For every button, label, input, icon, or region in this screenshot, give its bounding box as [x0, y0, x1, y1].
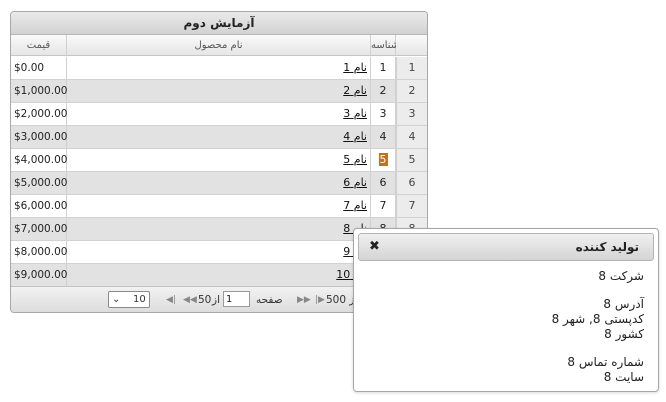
price-cell: $1,000.00 [11, 80, 67, 102]
price-cell: $0.00 [11, 57, 67, 79]
product-name-link[interactable]: نام 1 [343, 61, 367, 74]
table-row[interactable]: $2,000.00 نام 3 33 [11, 103, 427, 126]
row-number: 1 [396, 57, 427, 79]
table-row[interactable]: $4,000.00 نام 5 55 [11, 149, 427, 172]
company-name: شرکت 8 [598, 269, 644, 283]
page-label: صفحه [256, 294, 283, 306]
manufacturer-popup: ✖ تولید کننده شرکت 8 آدرس 8 کدپستی 8, شه… [353, 228, 659, 392]
product-name-link[interactable]: نام 5 [343, 153, 367, 166]
table-row[interactable]: $0.00 نام 1 11 [11, 57, 427, 80]
website: سایت 8 [603, 370, 644, 384]
name-cell: نام 4 [67, 126, 371, 148]
country: کشور 8 [604, 327, 644, 341]
name-cell: نام 10 [67, 264, 371, 286]
product-name-link[interactable]: نام 3 [343, 107, 367, 120]
name-cell: نام 9 [67, 241, 371, 263]
product-name-link[interactable]: نام 6 [343, 176, 367, 189]
table-row[interactable]: $1,000.00 نام 2 22 [11, 80, 427, 103]
price-cell: $6,000.00 [11, 195, 67, 217]
product-name-link[interactable]: نام 4 [343, 130, 367, 143]
price-cell: $5,000.00 [11, 172, 67, 194]
product-name-link[interactable]: نام 7 [343, 199, 367, 212]
price-cell: $9,000.00 [11, 264, 67, 286]
id-cell: 3 [371, 103, 396, 125]
address-label: آدرس 8 [603, 297, 644, 311]
total-pages: 50 [198, 294, 212, 306]
id-cell: 4 [371, 126, 396, 148]
postal-city: کدپستی 8, شهر 8 [551, 312, 644, 326]
prev-page-icon[interactable]: ▶▶ [297, 287, 311, 312]
id-value: 7 [379, 199, 387, 212]
id-value: 1 [379, 61, 387, 74]
table-row[interactable]: $5,000.00 نام 6 66 [11, 172, 427, 195]
name-cell: نام 2 [67, 80, 371, 102]
id-value: 2 [379, 84, 387, 97]
popup-title: تولید کننده [575, 240, 639, 254]
table-row[interactable]: $3,000.00 نام 4 44 [11, 126, 427, 149]
row-number: 5 [396, 149, 427, 171]
page-size-value: 10 [133, 294, 146, 305]
id-value: 6 [379, 176, 387, 189]
price-cell: $3,000.00 [11, 126, 67, 148]
row-number: 3 [396, 103, 427, 125]
id-cell: 2 [371, 80, 396, 102]
id-cell: 6 [371, 172, 396, 194]
close-icon[interactable]: ✖ [369, 234, 380, 260]
table-row[interactable]: $6,000.00 نام 7 77 [11, 195, 427, 218]
column-header-id[interactable]: شناسه [371, 35, 399, 56]
price-cell: $7,000.00 [11, 218, 67, 240]
id-cell: 1 [371, 57, 396, 79]
next-page-icon[interactable]: ◀◀ [183, 287, 197, 312]
name-cell: نام 7 [67, 195, 371, 217]
column-header-rownum [396, 35, 427, 56]
product-name-link[interactable]: نام 2 [343, 84, 367, 97]
column-header-name[interactable]: نام محصول [67, 35, 371, 56]
page-number-input[interactable]: 1 [223, 291, 250, 307]
price-cell: $8,000.00 [11, 241, 67, 263]
id-value: 3 [379, 107, 387, 120]
id-value: 5 [378, 153, 388, 166]
id-cell: 7 [371, 195, 396, 217]
name-cell: نام 1 [67, 57, 371, 79]
id-cell: 5 [371, 149, 396, 171]
id-value: 4 [379, 130, 387, 143]
row-number: 2 [396, 80, 427, 102]
row-number: 6 [396, 172, 427, 194]
name-cell: نام 5 [67, 149, 371, 171]
row-number: 7 [396, 195, 427, 217]
grid-title: آزمایش دوم [11, 12, 427, 35]
name-cell: نام 8 [67, 218, 371, 240]
name-cell: نام 6 [67, 172, 371, 194]
phone: شماره تماس 8 [567, 355, 644, 369]
price-cell: $2,000.00 [11, 103, 67, 125]
price-cell: $4,000.00 [11, 149, 67, 171]
name-cell: نام 3 [67, 103, 371, 125]
of-label: از [212, 294, 220, 306]
first-page-icon[interactable]: |▶ [315, 287, 325, 312]
column-header-price[interactable]: قیمت [11, 35, 67, 56]
page-size-select[interactable]: ⌄ 10 [108, 291, 150, 308]
row-number: 4 [396, 126, 427, 148]
chevron-down-icon: ⌄ [112, 294, 121, 305]
popup-header: ✖ تولید کننده [358, 233, 654, 261]
last-page-icon[interactable]: ◀| [166, 287, 176, 312]
